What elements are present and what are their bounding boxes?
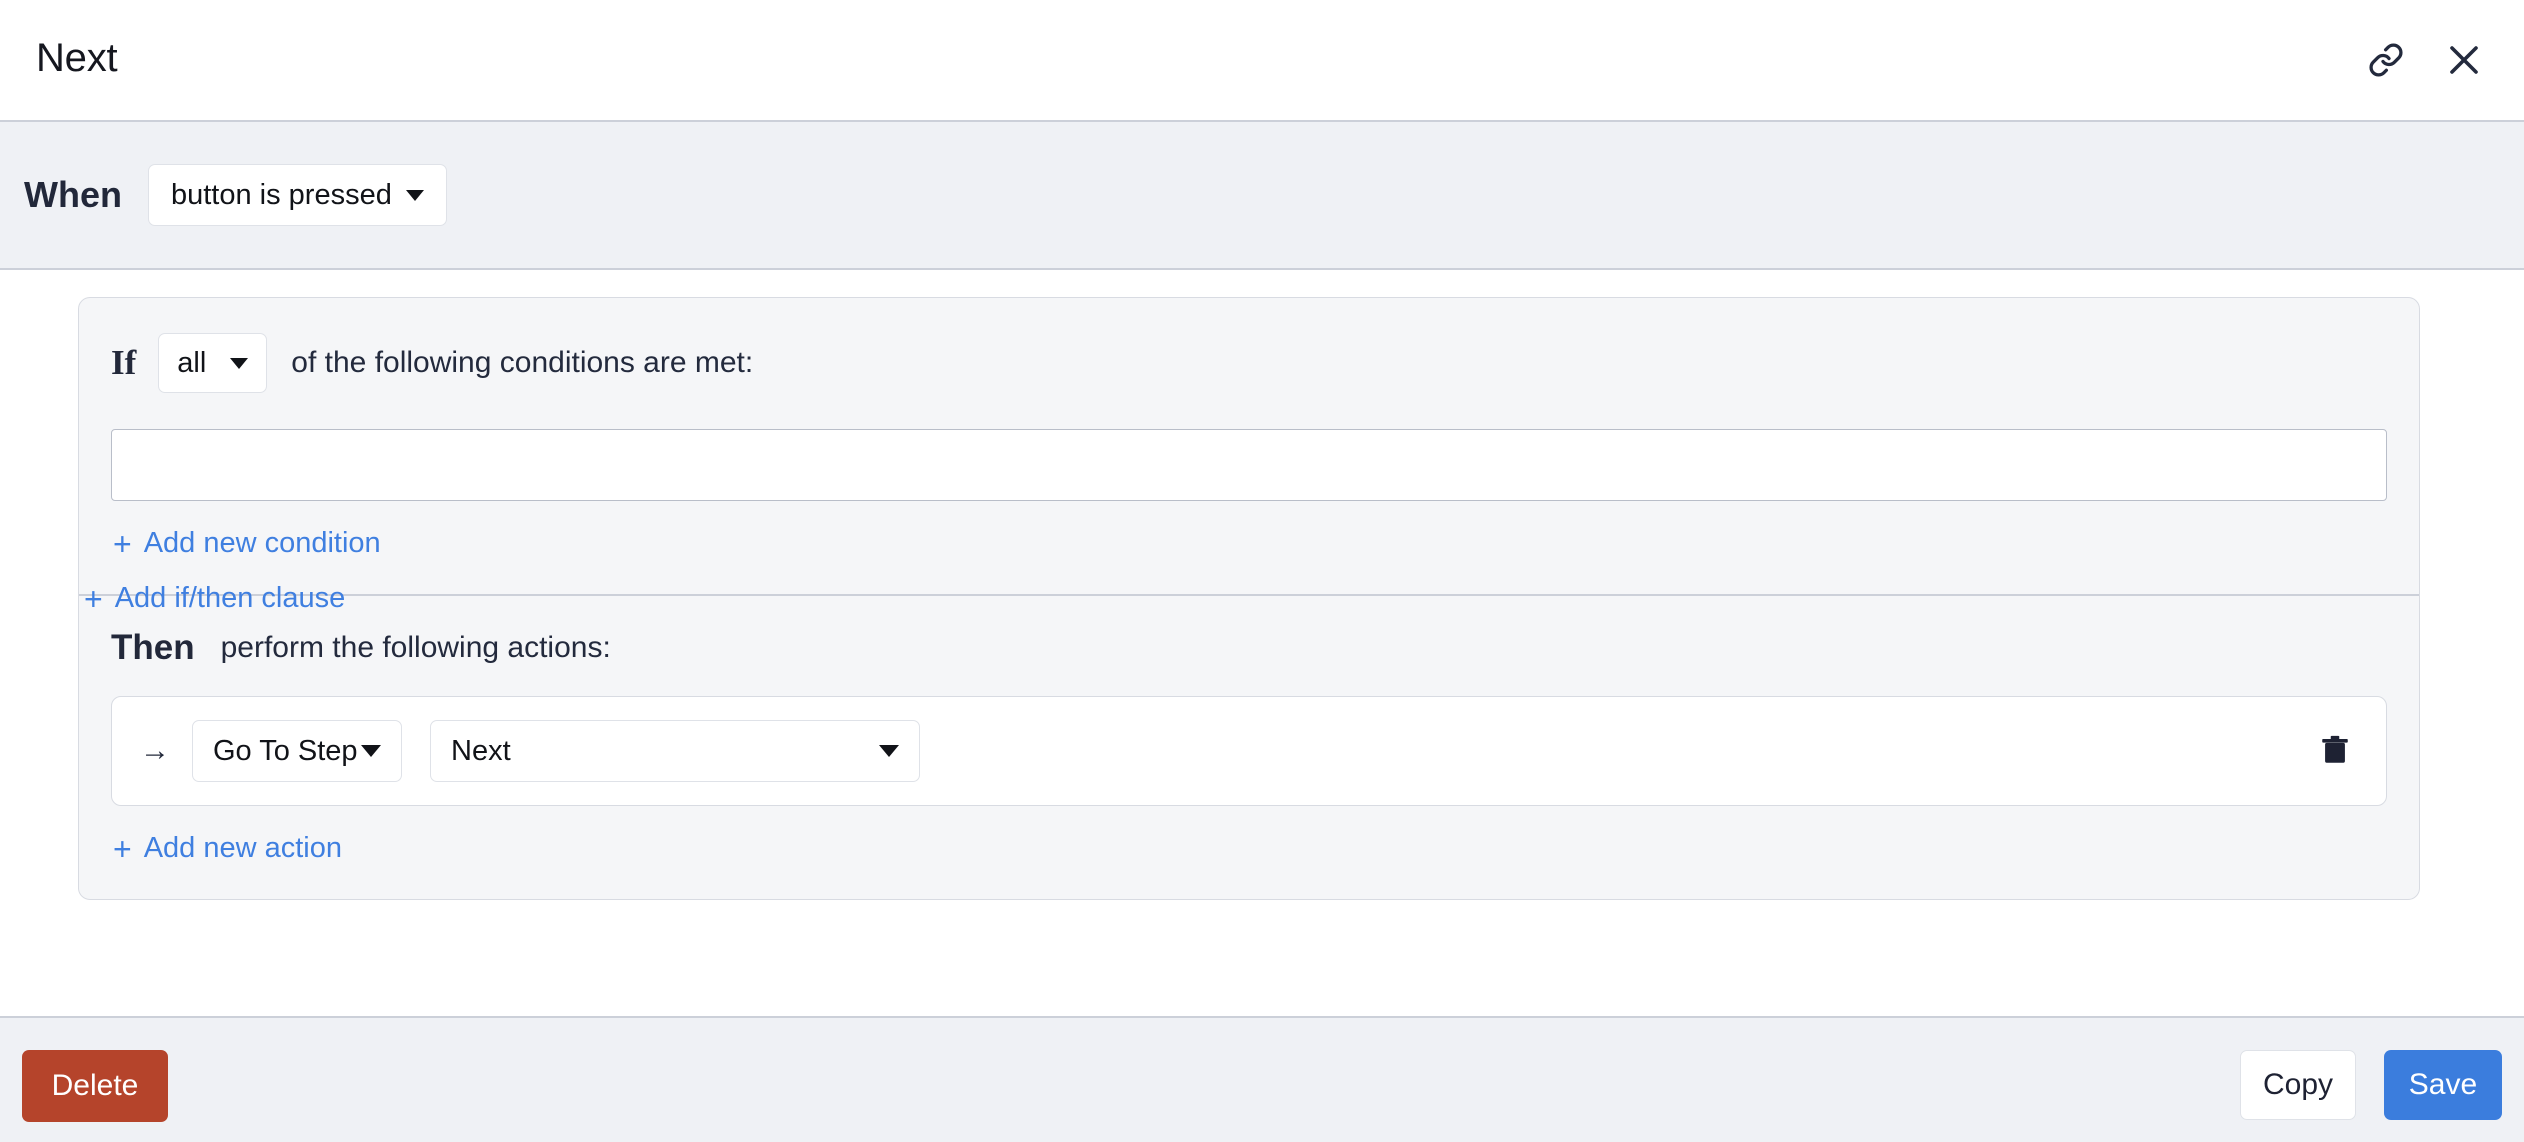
add-action-wrap: + Add new action <box>79 806 2419 899</box>
action-type-select[interactable]: Go To Step <box>192 720 402 782</box>
when-trigger-value: button is pressed <box>170 178 392 211</box>
when-bar: When button is pressed <box>0 122 2524 270</box>
add-condition-wrap: + Add new condition <box>79 501 2419 594</box>
if-label: If <box>111 343 137 382</box>
add-if-then-clause-button[interactable]: + Add if/then clause <box>84 582 345 615</box>
delete-action-button[interactable] <box>2314 730 2356 772</box>
action-target-select[interactable]: Next <box>430 720 920 782</box>
action-row: → Go To Step Next <box>111 696 2387 806</box>
add-new-condition-label: Add new condition <box>143 527 381 559</box>
chevron-down-icon <box>361 745 381 757</box>
if-match-value: all <box>177 346 207 379</box>
save-button[interactable]: Save <box>2384 1050 2502 1120</box>
plus-icon: + <box>113 830 132 867</box>
dialog-header: Next <box>0 0 2524 122</box>
if-then-clause-card: If all of the following conditions are m… <box>78 297 2420 900</box>
chevron-down-icon <box>230 357 249 369</box>
plus-icon: + <box>113 525 132 562</box>
when-trigger-select[interactable]: button is pressed <box>147 164 447 226</box>
action-type-value: Go To Step <box>213 734 358 767</box>
if-section: If all of the following conditions are m… <box>79 298 2419 596</box>
add-new-action-label: Add new action <box>143 832 342 864</box>
link-icon <box>2368 42 2404 78</box>
page-title: Next <box>36 36 118 80</box>
link-button[interactable] <box>2364 38 2408 82</box>
copy-button[interactable]: Copy <box>2240 1050 2356 1120</box>
when-label: When <box>24 174 122 215</box>
close-icon <box>2446 42 2482 78</box>
clause-editor-body: If all of the following conditions are m… <box>0 270 2524 1016</box>
delete-button[interactable]: Delete <box>22 1050 168 1122</box>
add-new-action-button[interactable]: + Add new action <box>113 832 342 865</box>
then-label: Then <box>111 628 195 667</box>
close-button[interactable] <box>2442 38 2486 82</box>
if-header-row: If all of the following conditions are m… <box>79 298 2419 396</box>
add-new-condition-button[interactable]: + Add new condition <box>113 527 381 560</box>
then-section: Then perform the following actions: → Go… <box>79 596 2419 899</box>
then-header-row: Then perform the following actions: <box>79 596 2419 668</box>
add-clause-wrap: + Add if/then clause <box>84 582 345 615</box>
if-description: of the following conditions are met: <box>291 346 754 379</box>
if-match-select[interactable]: all <box>158 333 268 393</box>
header-actions <box>2364 38 2486 82</box>
plus-icon: + <box>84 580 103 617</box>
chevron-down-icon <box>405 189 424 201</box>
dialog-footer: Delete Copy Save <box>0 1016 2524 1142</box>
trash-icon <box>2318 733 2352 770</box>
condition-input[interactable] <box>111 429 2387 501</box>
then-description: perform the following actions: <box>220 631 611 664</box>
chevron-down-icon <box>879 745 899 757</box>
arrow-right-icon: → <box>140 734 170 767</box>
action-target-value: Next <box>451 734 511 767</box>
add-if-then-clause-label: Add if/then clause <box>114 582 346 614</box>
